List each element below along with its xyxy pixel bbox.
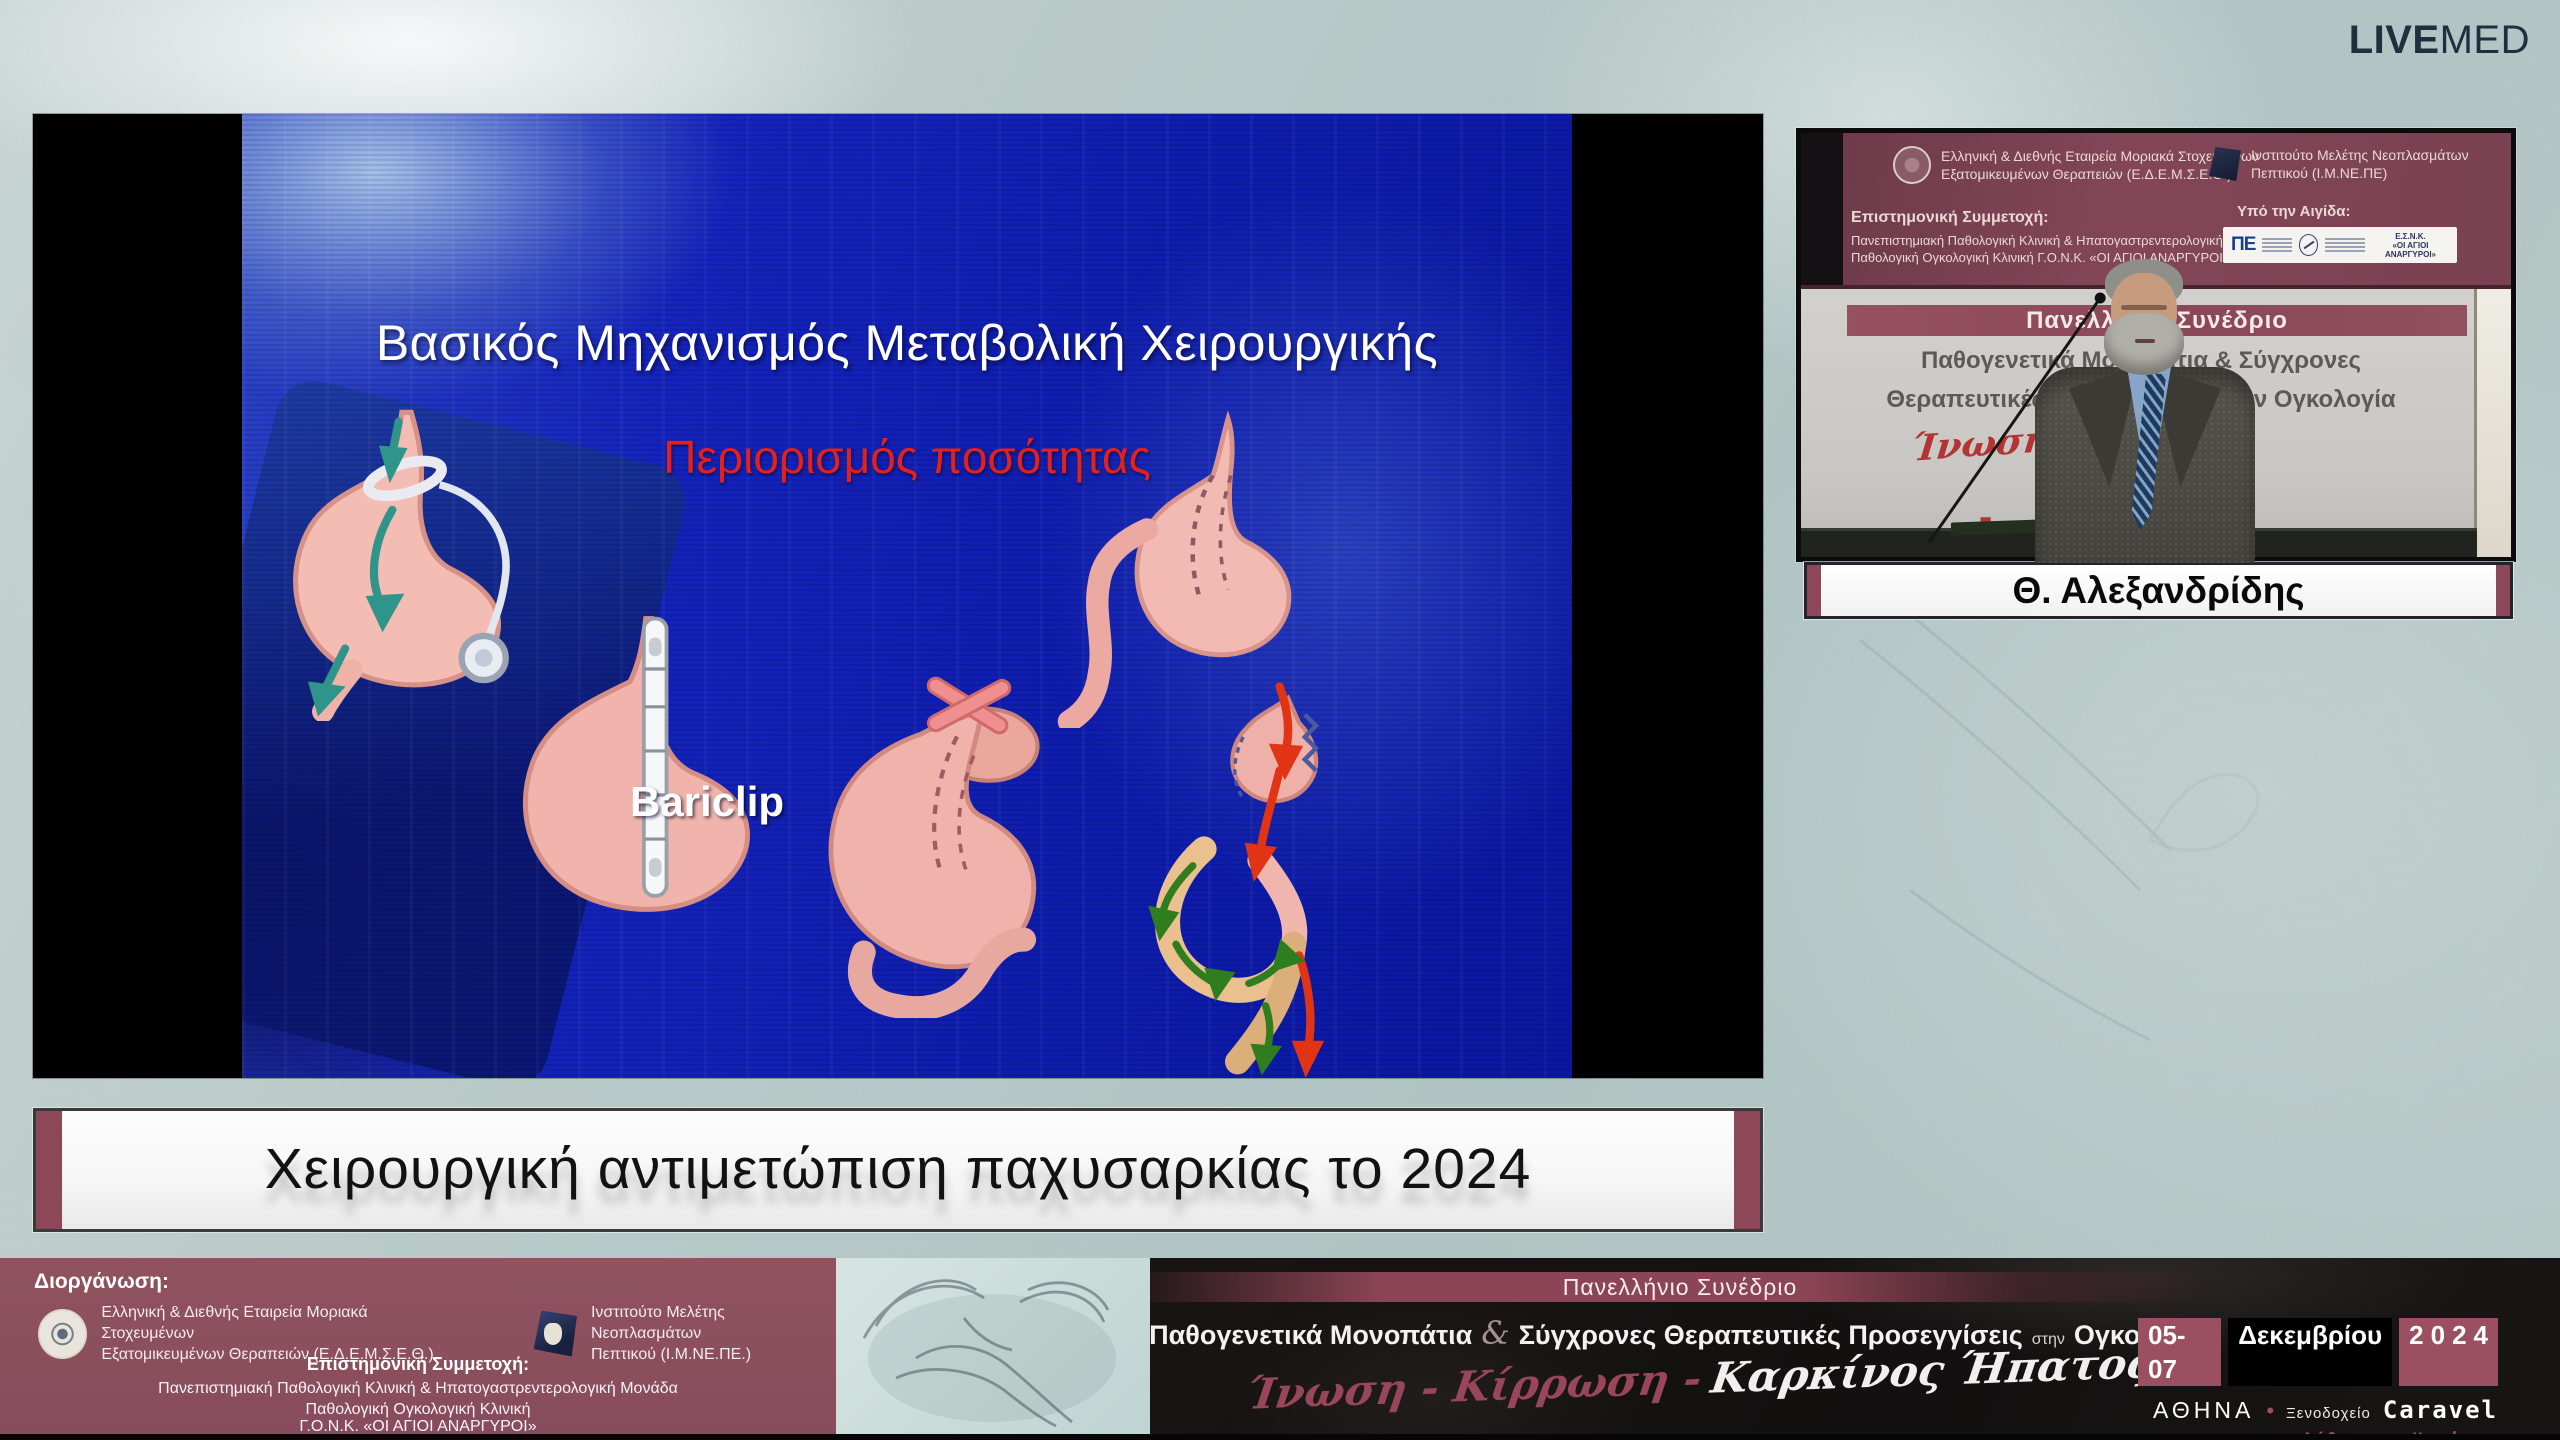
- congress-title-part1: Παθογενετικά Μονοπάτια: [1150, 1320, 1472, 1351]
- date-range-badge: 05-07: [2138, 1318, 2221, 1386]
- date-month-badge: Δεκεμβρίου: [2228, 1318, 2392, 1386]
- congress-title-amp: &: [1481, 1314, 1509, 1352]
- footer-org2-line1: Ινστιτούτο Μελέτης Νεοπλασμάτων: [591, 1302, 836, 1344]
- date-year-badge: 2024: [2399, 1318, 2498, 1386]
- footer-org1-line1: Ελληνική & Διεθνής Εταιρεία Μοριακά Στοχ…: [101, 1302, 459, 1344]
- congress-details: 05-07 Δεκεμβρίου 2024 ΑΘΗΝΑ • Ξενοδοχείο…: [2138, 1318, 2498, 1434]
- esnk-line2: «ΟΙ ΑΓΙΟΙ ΑΝΑΡΓΥΡΟΙ»: [2385, 241, 2436, 259]
- footer-artwork: [836, 1258, 1150, 1434]
- footer-artwork-sketch: [836, 1258, 1150, 1434]
- speaker-name-plate: Θ. Αλεξανδρίδης: [1804, 562, 2513, 619]
- speaker: [2035, 253, 2255, 563]
- footer-participation-line: Πανεπιστημιακή Παθολογική Κλινική & Ηπατ…: [0, 1380, 836, 1398]
- imnepe-logo-icon: [534, 1311, 577, 1357]
- footer-congress-panel: Πανελλήνιο Συνέδριο Παθογενετικά Μονοπάτ…: [1150, 1258, 2560, 1434]
- poster-script-word: Ίνωση: [1910, 418, 2052, 469]
- lecture-title-bar: Χειρουργική αντιμετώπιση παχυσαρκίας το …: [33, 1108, 1763, 1232]
- livemed-logo: LIVEMED: [2349, 18, 2530, 63]
- livemed-live: LIVE: [2349, 18, 2440, 62]
- org2-line2: Πεπτικού (Ι.Μ.ΝΕ.ΠΕ): [2251, 164, 2469, 182]
- organizing-label: Διοργάνωση:: [34, 1270, 169, 1294]
- imnepe-logo-icon: [2209, 147, 2241, 181]
- congress-band: Πανελλήνιο Συνέδριο: [1150, 1272, 2210, 1302]
- speaker-mouth: [2135, 339, 2155, 343]
- bariclip-illustration: [470, 606, 790, 921]
- congress-script-maroon: Ίνωση - Κίρρωση -: [1244, 1354, 1705, 1419]
- window-light-column: [2474, 285, 2511, 557]
- esnk-line1: Ε.Σ.Ν.Κ.: [2395, 232, 2426, 241]
- video-left-black-edge: [1801, 133, 1843, 285]
- org2-line1: Ινστιτούτο Μελέτης Νεοπλασμάτων: [2251, 146, 2469, 164]
- speaker-name: Θ. Αλεξανδρίδης: [1807, 565, 2510, 616]
- presentation-stage: Βασικός Μηχανισμός Μεταβολική Χειρουργικ…: [33, 114, 1763, 1078]
- footer-participation-line: Παθολογική Ογκολογική Κλινική: [0, 1401, 836, 1419]
- tiny-text-lines: [2262, 238, 2291, 252]
- stamp-logo-icon: [2299, 234, 2318, 256]
- venue-name: Caravel: [2383, 1396, 2498, 1424]
- aegis-logo-strip: ΠΕ Ε.Σ.Ν.Κ. «ΟΙ ΑΓΙΟΙ ΑΝΑΡΓΥΡΟΙ»: [2223, 227, 2457, 263]
- venue-label: Ξενοδοχείο: [2286, 1405, 2371, 1422]
- banner-org-edemseth: Ελληνική & Διεθνής Εταιρεία Μοριακά Στοχ…: [1893, 146, 2259, 184]
- footer-organizers-panel: Διοργάνωση: Ελληνική & Διεθνής Εταιρεία …: [0, 1258, 836, 1434]
- slide: Βασικός Μηχανισμός Μεταβολική Χειρουργικ…: [242, 114, 1572, 1078]
- participation-line1: Πανεπιστημιακή Παθολογική Κλινική & Ηπατ…: [1851, 232, 2268, 249]
- footer-bottom-strip: [0, 1434, 2560, 1440]
- edemseth-logo-icon: [1893, 146, 1931, 184]
- background-figure-sketch: [1850, 560, 2550, 1080]
- slide-title: Βασικός Μηχανισμός Μεταβολική Χειρουργικ…: [242, 314, 1572, 372]
- gastric-plication-illustration: [782, 656, 1082, 1018]
- speaker-brow: [2121, 305, 2167, 310]
- lecture-title: Χειρουργική αντιμετώπιση παχυσαρκίας το …: [36, 1111, 1760, 1229]
- tiny-text-lines: [2325, 238, 2365, 252]
- banner-org-imnepe: Ινστιτούτο Μελέτης Νεοπλασμάτων Πεπτικού…: [2209, 146, 2469, 182]
- gastric-bypass-illustration: [1120, 676, 1400, 1078]
- venue-row: ΑΘΗΝΑ • Ξενοδοχείο Caravel: [2138, 1396, 2498, 1424]
- bariclip-label: Bariclip: [630, 778, 784, 826]
- footer-participation-label: Επιστημονική Συμμετοχή:: [0, 1354, 836, 1375]
- footer-banner: Διοργάνωση: Ελληνική & Διεθνής Εταιρεία …: [0, 1258, 2560, 1440]
- participation-label: Επιστημονική Συμμετοχή:: [1851, 209, 2268, 226]
- livemed-med: MED: [2440, 18, 2530, 62]
- speaker-beard: [2104, 313, 2184, 375]
- dot-separator-icon: •: [2266, 1398, 2274, 1424]
- edemseth-logo-icon: [38, 1309, 87, 1359]
- slide-subtitle: Περιορισμός ποσότητας: [242, 430, 1572, 484]
- speaker-video-feed: Ελληνική & Διεθνής Εταιρεία Μοριακά Στοχ…: [1796, 128, 2516, 562]
- aegis-label: Υπό την Αιγίδα:: [2237, 203, 2350, 220]
- city-label: ΑΘΗΝΑ: [2153, 1397, 2254, 1424]
- date-badges: 05-07 Δεκεμβρίου 2024: [2138, 1318, 2498, 1386]
